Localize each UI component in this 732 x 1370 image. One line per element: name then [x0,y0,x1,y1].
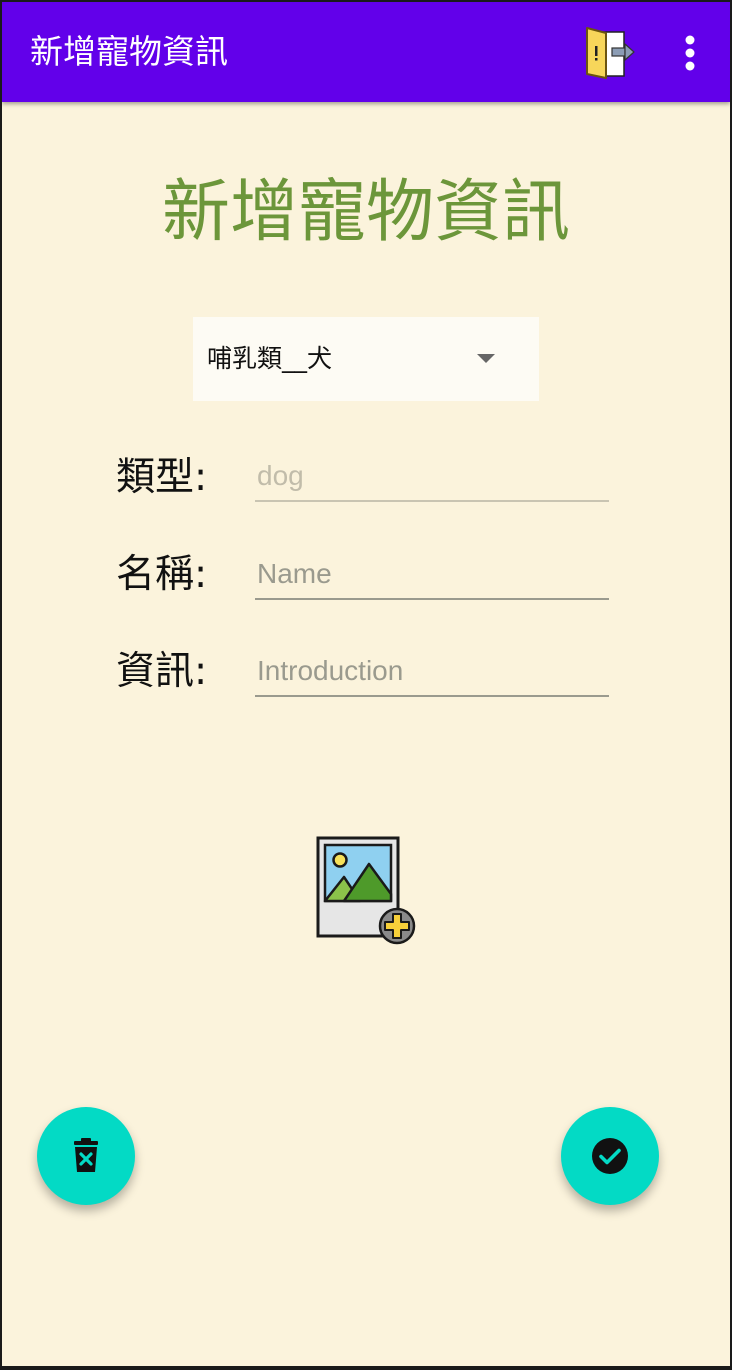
delete-forever-icon [74,1138,98,1172]
spinner-selected-value: 哺乳類__犬 [207,344,333,373]
add-image-button[interactable] [314,834,418,946]
delete-fab[interactable] [37,1107,135,1205]
app-bar-title: 新增寵物資訊 [30,32,228,71]
overflow-menu-icon [685,35,695,71]
app-bar: 新增寵物資訊 [2,2,730,102]
add-image-icon [316,836,416,945]
overflow-menu-button[interactable] [670,32,710,74]
info-label: 資訊: [116,649,208,694]
screen: 新增寵物資訊 新增寵物資訊 哺乳類__犬 類型: 名稱: 資訊: [2,2,730,1366]
info-input[interactable] [255,647,609,697]
exit-button[interactable] [582,24,638,82]
page-title: 新增寵物資訊 [161,173,570,252]
exit-door-icon [586,27,635,79]
check-circle-icon [592,1138,628,1174]
dropdown-arrow-icon [477,354,495,363]
type-input[interactable] [255,452,609,502]
confirm-fab[interactable] [561,1107,659,1205]
name-label: 名稱: [116,552,208,597]
type-label: 類型: [116,455,208,500]
category-spinner[interactable]: 哺乳類__犬 [193,317,539,401]
name-input[interactable] [255,550,609,600]
